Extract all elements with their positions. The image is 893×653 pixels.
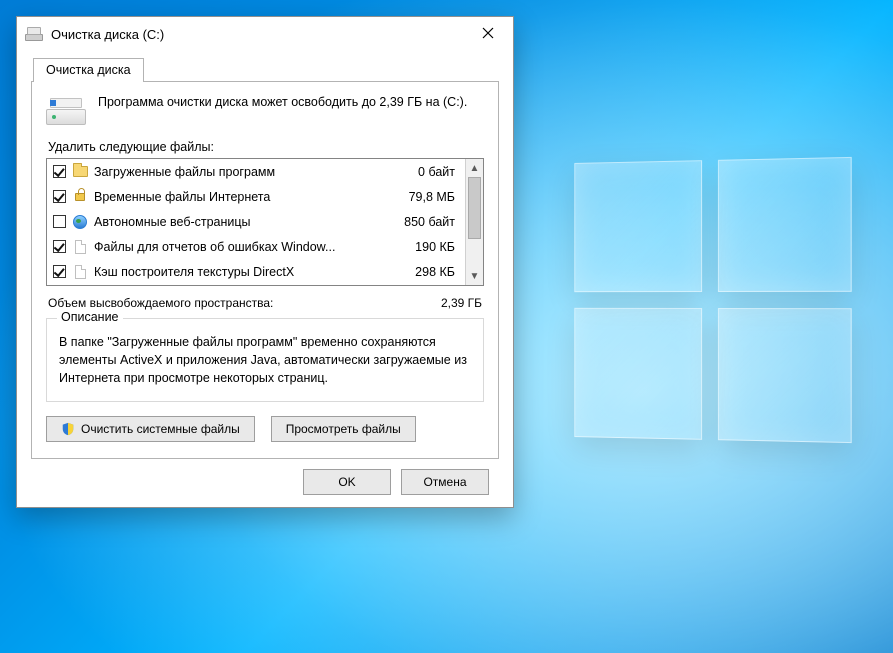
file-name: Автономные веб-страницы [94, 215, 379, 229]
file-name: Временные файлы Интернета [94, 190, 379, 204]
checkbox[interactable] [53, 265, 66, 278]
cancel-button[interactable]: Отмена [401, 469, 489, 495]
cancel-label: Отмена [423, 475, 466, 489]
close-icon [482, 27, 494, 39]
disk-cleanup-icon [25, 27, 43, 41]
checkbox[interactable] [53, 240, 66, 253]
file-row[interactable]: Временные файлы Интернета 79,8 МБ [47, 184, 465, 209]
titlebar[interactable]: Очистка диска (C:) [17, 17, 513, 51]
scroll-thumb[interactable] [468, 177, 481, 239]
globe-icon [72, 214, 88, 230]
files-list-label: Удалить следующие файлы: [48, 140, 482, 154]
window-title: Очистка диска (C:) [51, 27, 459, 42]
scroll-down-button[interactable]: ▼ [466, 267, 483, 285]
file-row[interactable]: Автономные веб-страницы 850 байт [47, 209, 465, 234]
scrollbar[interactable]: ▲ ▼ [465, 159, 483, 285]
ok-label: OK [338, 475, 355, 489]
lock-icon [72, 189, 88, 205]
drive-icon [46, 98, 86, 128]
view-files-button[interactable]: Просмотреть файлы [271, 416, 416, 442]
folder-icon [72, 164, 88, 180]
description-text: В папке "Загруженные файлы программ" вре… [59, 333, 471, 387]
clean-system-files-label: Очистить системные файлы [81, 422, 240, 436]
checkbox[interactable] [53, 190, 66, 203]
page-icon [72, 239, 88, 255]
tab-page: Программа очистки диска может освободить… [31, 81, 499, 459]
file-size: 79,8 МБ [385, 190, 459, 204]
shield-icon [61, 422, 75, 436]
file-size: 850 байт [385, 215, 459, 229]
disk-cleanup-dialog: Очистка диска (C:) Очистка диска Програм… [16, 16, 514, 508]
scroll-up-button[interactable]: ▲ [466, 159, 483, 177]
info-text: Программа очистки диска может освободить… [98, 94, 467, 128]
files-list: Загруженные файлы программ 0 байт Временны… [46, 158, 484, 286]
file-name: Загруженные файлы программ [94, 165, 379, 179]
total-label: Объем высвобождаемого пространства: [48, 296, 273, 310]
page-icon [72, 264, 88, 280]
file-name: Кэш построителя текстуры DirectX [94, 265, 379, 279]
file-size: 0 байт [385, 165, 459, 179]
clean-system-files-button[interactable]: Очистить системные файлы [46, 416, 255, 442]
file-size: 190 КБ [385, 240, 459, 254]
file-size: 298 КБ [385, 265, 459, 279]
windows-logo [574, 157, 851, 443]
close-button[interactable] [467, 18, 509, 48]
ok-button[interactable]: OK [303, 469, 391, 495]
file-name: Файлы для отчетов об ошибках Window... [94, 240, 379, 254]
tab-disk-cleanup[interactable]: Очистка диска [33, 58, 144, 82]
description-group: Описание В папке "Загруженные файлы прог… [46, 318, 484, 402]
scroll-track[interactable] [466, 177, 483, 267]
checkbox[interactable] [53, 215, 66, 228]
file-row[interactable]: Загруженные файлы программ 0 байт [47, 159, 465, 184]
total-value: 2,39 ГБ [441, 296, 482, 310]
description-legend: Описание [57, 310, 123, 324]
view-files-label: Просмотреть файлы [286, 422, 401, 436]
checkbox[interactable] [53, 165, 66, 178]
file-row[interactable]: Кэш построителя текстуры DirectX 298 КБ [47, 259, 465, 284]
file-row[interactable]: Файлы для отчетов об ошибках Window... 19… [47, 234, 465, 259]
